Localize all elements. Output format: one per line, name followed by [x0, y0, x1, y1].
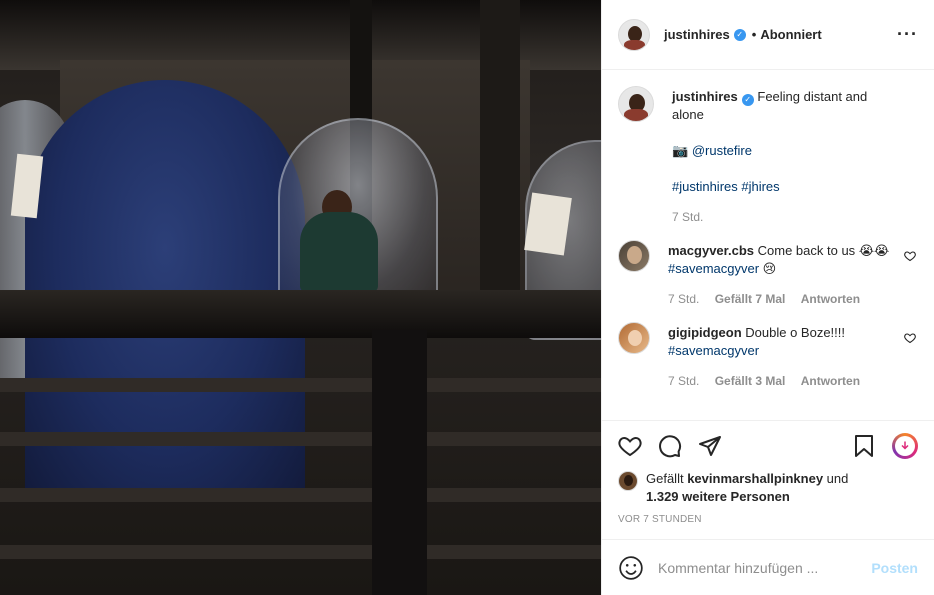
comment-text: Double o Boze!!!! — [745, 325, 846, 340]
caption-body: justinhires ✓ Feeling distant and alone 📷… — [672, 86, 918, 226]
caption-hashtags[interactable]: #justinhires #jhires — [672, 179, 780, 194]
follow-status-button[interactable]: Abonniert — [760, 27, 821, 42]
caption-avatar[interactable] — [618, 86, 654, 122]
comment-username[interactable]: macgyver.cbs — [668, 243, 754, 258]
likes-prefix: Gefällt — [646, 471, 684, 486]
likes-connector: und — [826, 471, 849, 486]
comment-likes[interactable]: Gefällt 7 Mal — [715, 292, 786, 306]
photo-railing-post — [372, 330, 427, 595]
download-extension-icon[interactable] — [892, 432, 918, 459]
photo-railing-slat — [0, 545, 372, 559]
caption: justinhires ✓ Feeling distant and alone 📷… — [618, 86, 918, 226]
photo-railing-slat — [427, 432, 601, 446]
photo-railing-slat — [0, 432, 372, 446]
comment-bubble-icon[interactable] — [658, 434, 682, 458]
author-avatar[interactable] — [618, 18, 650, 51]
more-horizontal-icon[interactable]: ··· — [897, 24, 918, 45]
likes-summary: Gefällt kevinmarshallpinkney und 1.329 w… — [602, 470, 934, 506]
crying-emoji-icon: 😭😭 — [858, 243, 890, 258]
camera-icon: 📷 — [672, 143, 689, 158]
comment-meta: 7 Std. Gefällt 7 Mal Antworten — [668, 290, 894, 308]
post-side-panel: justinhires ✓ • Abonniert ··· justinhire… — [601, 0, 934, 595]
avatar-face — [624, 475, 633, 486]
photo-person-body — [300, 212, 378, 292]
comment-avatar[interactable] — [618, 240, 650, 272]
comment-like-heart-icon[interactable] — [904, 250, 916, 262]
comment-avatar[interactable] — [618, 322, 650, 354]
download-extension-inner — [895, 435, 915, 456]
comment-likes[interactable]: Gefällt 3 Mal — [715, 374, 786, 388]
comment-input[interactable]: Kommentar hinzufügen ... — [658, 560, 871, 576]
photo-railing-slat — [427, 545, 601, 559]
instagram-post-view: justinhires ✓ • Abonniert ··· justinhire… — [0, 0, 934, 595]
reply-button[interactable]: Antworten — [801, 292, 860, 306]
download-arrow-icon — [901, 441, 909, 450]
verified-badge-icon: ✓ — [741, 94, 754, 106]
comment-username[interactable]: gigipidgeon — [668, 325, 742, 340]
post-photo[interactable] — [0, 0, 601, 595]
photo-railing-slat — [427, 488, 601, 502]
verified-badge-icon: ✓ — [733, 28, 746, 41]
comment-body: macgyver.cbs Come back to us 😭😭 #savemac… — [668, 240, 918, 308]
avatar-shirt — [623, 39, 645, 50]
post-age[interactable]: VOR 7 STUNDEN — [602, 506, 934, 539]
add-comment-bar: Kommentar hinzufügen ... Posten — [602, 539, 934, 595]
liker-avatar[interactable] — [618, 471, 638, 491]
liker-username[interactable]: kevinmarshallpinkney — [687, 471, 823, 486]
avatar-shirt — [624, 109, 648, 121]
photo-railing-slat — [427, 378, 601, 392]
comment-hashtag[interactable]: #savemacgyver — [668, 261, 759, 276]
sad-emoji-icon: 😢 — [762, 261, 777, 276]
comment-like-heart-icon[interactable] — [904, 332, 916, 344]
save-bookmark-icon[interactable] — [852, 434, 876, 458]
reply-button[interactable]: Antworten — [801, 374, 860, 388]
share-paper-plane-icon[interactable] — [698, 434, 722, 458]
comment-item: gigipidgeon Double o Boze!!!! #savemacgy… — [618, 322, 918, 390]
post-comment-button[interactable]: Posten — [871, 560, 918, 576]
comment-meta: 7 Std. Gefällt 3 Mal Antworten — [668, 372, 894, 390]
caption-username[interactable]: justinhires — [672, 89, 738, 104]
comments-list: justinhires ✓ Feeling distant and alone 📷… — [602, 70, 934, 420]
caption-time[interactable]: 7 Std. — [672, 210, 703, 224]
author-username[interactable]: justinhires — [664, 27, 730, 42]
likes-others-link[interactable]: 1.329 weitere Personen — [646, 489, 790, 504]
photo-railing-top — [0, 290, 601, 338]
photo-railing-slat — [0, 378, 372, 392]
comment-hashtag[interactable]: #savemacgyver — [668, 343, 759, 358]
action-bar — [602, 420, 934, 470]
comment-text: Come back to us — [757, 243, 856, 258]
avatar-face — [628, 330, 642, 346]
comment-item: macgyver.cbs Come back to us 😭😭 #savemac… — [618, 240, 918, 308]
post-header: justinhires ✓ • Abonniert ··· — [602, 0, 934, 70]
header-separator: • — [751, 27, 757, 42]
avatar-face — [627, 246, 642, 264]
photo-column — [480, 0, 520, 300]
comment-body: gigipidgeon Double o Boze!!!! #savemacgy… — [668, 322, 918, 390]
action-bar-right — [852, 432, 918, 459]
photo-sign — [524, 192, 572, 256]
photo-railing-slat — [0, 488, 372, 502]
comment-time[interactable]: 7 Std. — [668, 374, 699, 388]
comment-time[interactable]: 7 Std. — [668, 292, 699, 306]
like-heart-icon[interactable] — [618, 434, 642, 458]
emoji-smiley-icon[interactable] — [618, 555, 644, 581]
caption-credit-link[interactable]: @rustefire — [692, 143, 752, 158]
likes-text: Gefällt kevinmarshallpinkney und 1.329 w… — [646, 470, 848, 506]
